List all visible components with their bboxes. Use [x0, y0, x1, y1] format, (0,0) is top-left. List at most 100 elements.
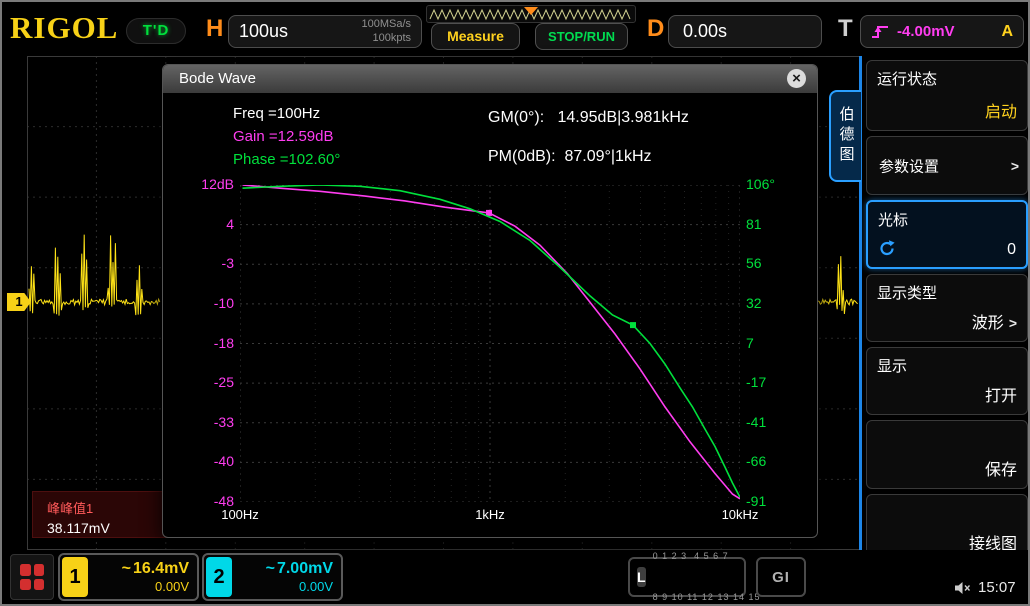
menu-item-save[interactable]: 保存	[866, 420, 1028, 489]
measurement-value: 38.117mV	[47, 520, 167, 536]
channel1-status-box[interactable]: 1 ~16.4mV 0.00V	[58, 553, 199, 601]
phase-axis-tick: 7	[746, 335, 796, 351]
trigger-label: T	[838, 15, 853, 43]
measure-button[interactable]: Measure	[431, 23, 520, 50]
top-bar: RIGOL T'D H 100us 100MSa/s 100kpts Measu…	[2, 2, 1028, 54]
menu-item-cursor[interactable]: 光标 0	[866, 200, 1028, 269]
logic-label: L	[637, 567, 646, 587]
brand-logo: RIGOL	[10, 10, 118, 46]
menu-label: 参数设置	[879, 155, 939, 176]
phase-axis-tick: 81	[746, 216, 796, 232]
gain-axis-tick: -18	[188, 335, 234, 351]
gain-axis-tick: -25	[188, 374, 234, 390]
clock: 15:07	[978, 579, 1016, 596]
logic-channel-numbers: 0 1 2 3 4 5 6 7 8 9 10 11 12 13 14 15	[653, 523, 761, 606]
trigger-source: A	[1001, 23, 1013, 41]
channel1-offset: 0.00V	[94, 579, 189, 594]
trigger-box[interactable]: -4.00mV A	[860, 15, 1024, 48]
submenu-arrow-icon: >	[1009, 315, 1017, 331]
measurement-label: 峰峰值1	[47, 498, 167, 517]
gain-axis-tick: -3	[188, 255, 234, 271]
delay-value: 0.00s	[683, 21, 727, 42]
menu-value: 波形 >	[972, 309, 1017, 333]
cursor-freq-readout: Freq =100Hz	[233, 105, 320, 122]
window-title: Bode Wave	[179, 70, 256, 87]
gain-axis-tick: -40	[188, 453, 234, 469]
memory-depth: 100kpts	[361, 32, 411, 46]
logic-channels-box[interactable]: L 0 1 2 3 4 5 6 7 8 9 10 11 12 13 14 15	[628, 557, 746, 597]
channel1-scale: 16.4mV	[133, 560, 189, 577]
menu-value: 启动	[985, 98, 1017, 122]
trigger-slope-icon	[871, 24, 889, 40]
submenu-arrow-icon: >	[1011, 158, 1019, 174]
close-icon[interactable]: ×	[787, 69, 806, 88]
reset-icon	[878, 239, 896, 257]
channel2-offset: 0.00V	[238, 579, 333, 594]
cursor-gain-readout: Gain =12.59dB	[233, 128, 334, 145]
channel2-badge: 2	[206, 557, 232, 597]
phase-axis-tick: -66	[746, 453, 796, 469]
bode-menu-tab[interactable]: 伯德图	[829, 90, 861, 182]
phase-axis-tick: -41	[746, 414, 796, 430]
gain-axis-tick: -33	[188, 414, 234, 430]
phase-axis-tick: -17	[746, 374, 796, 390]
memory-position-bar[interactable]	[426, 5, 636, 23]
timebase-value: 100us	[239, 21, 288, 42]
trigger-position-marker-icon	[524, 7, 538, 15]
bode-plot-canvas	[240, 185, 740, 502]
ac-coupling-icon: ~	[122, 560, 131, 577]
bode-menu-tab-label: 伯德图	[836, 106, 857, 166]
speaker-muted-icon	[954, 581, 972, 595]
menu-label: 光标	[878, 209, 908, 230]
gain-axis-tick: 4	[188, 216, 234, 232]
stop-run-button[interactable]: STOP/RUN	[535, 23, 628, 50]
bode-wave-window: Bode Wave × Freq =100Hz Gain =12.59dB Ph…	[162, 64, 818, 538]
menu-label: 显示类型	[877, 282, 937, 303]
menu-grid-icon	[34, 564, 45, 576]
menu-item-display[interactable]: 显示 打开	[866, 347, 1028, 415]
logic-row-2: 8 9 10 11 12 13 14 15	[653, 591, 761, 605]
menu-value: 0	[1007, 241, 1016, 259]
menu-value-text: 波形	[972, 315, 1004, 332]
logic-row-1: 0 1 2 3 4 5 6 7	[653, 550, 761, 564]
menu-item-param-setup[interactable]: 参数设置 >	[866, 136, 1028, 195]
phase-axis-tick: 56	[746, 255, 796, 271]
menu-item-run-state[interactable]: 运行状态 启动	[866, 60, 1028, 131]
menu-grid-icon	[20, 564, 31, 576]
measurement-result-box: 峰峰值1 38.117mV	[32, 491, 168, 538]
menu-grid-icon	[20, 579, 31, 591]
trigger-level: -4.00mV	[897, 23, 955, 40]
phase-axis-tick: 106°	[746, 176, 796, 192]
gain-axis-tick: -10	[188, 295, 234, 311]
gi-indicator[interactable]: GI	[756, 557, 806, 597]
horizontal-label: H	[206, 15, 223, 43]
sample-rate: 100MSa/s	[361, 18, 411, 32]
menu-label: 显示	[877, 355, 907, 376]
gain-axis-tick: 12dB	[188, 176, 234, 192]
freq-axis-tick: 1kHz	[475, 507, 505, 522]
menu-button[interactable]	[10, 554, 54, 600]
cursor-phase-readout: Phase =102.60°	[233, 151, 340, 168]
channel2-status-box[interactable]: 2 ~7.00mV 0.00V	[202, 553, 343, 601]
menu-value: 打开	[985, 382, 1017, 406]
ac-coupling-icon: ~	[266, 560, 275, 577]
gain-margin-readout: GM(0°): 14.95dB|3.981kHz	[488, 109, 689, 127]
phase-axis-tick: 32	[746, 295, 796, 311]
channel2-scale: 7.00mV	[277, 560, 333, 577]
channel2-values: ~7.00mV 0.00V	[238, 560, 333, 594]
freq-axis-tick: 100Hz	[221, 507, 259, 522]
trigger-status-badge: T'D	[126, 18, 186, 44]
phase-margin-readout: PM(0dB): 87.09°|1kHz	[488, 148, 652, 166]
delay-label: D	[647, 15, 664, 43]
delay-box[interactable]: 0.00s	[668, 15, 822, 48]
menu-grid-icon	[34, 579, 45, 591]
freq-axis-tick: 10kHz	[722, 507, 759, 522]
menu-label: 运行状态	[877, 68, 937, 89]
channel1-badge: 1	[62, 557, 88, 597]
acquisition-info: 100MSa/s 100kpts	[361, 18, 411, 46]
window-title-bar[interactable]: Bode Wave ×	[163, 65, 817, 93]
timebase-box[interactable]: 100us 100MSa/s 100kpts	[228, 15, 422, 48]
channel1-values: ~16.4mV 0.00V	[94, 560, 189, 594]
menu-item-display-type[interactable]: 显示类型 波形 >	[866, 274, 1028, 342]
bottom-bar: 1 ~16.4mV 0.00V 2 ~7.00mV 0.00V L 0 1 2 …	[2, 550, 1028, 606]
